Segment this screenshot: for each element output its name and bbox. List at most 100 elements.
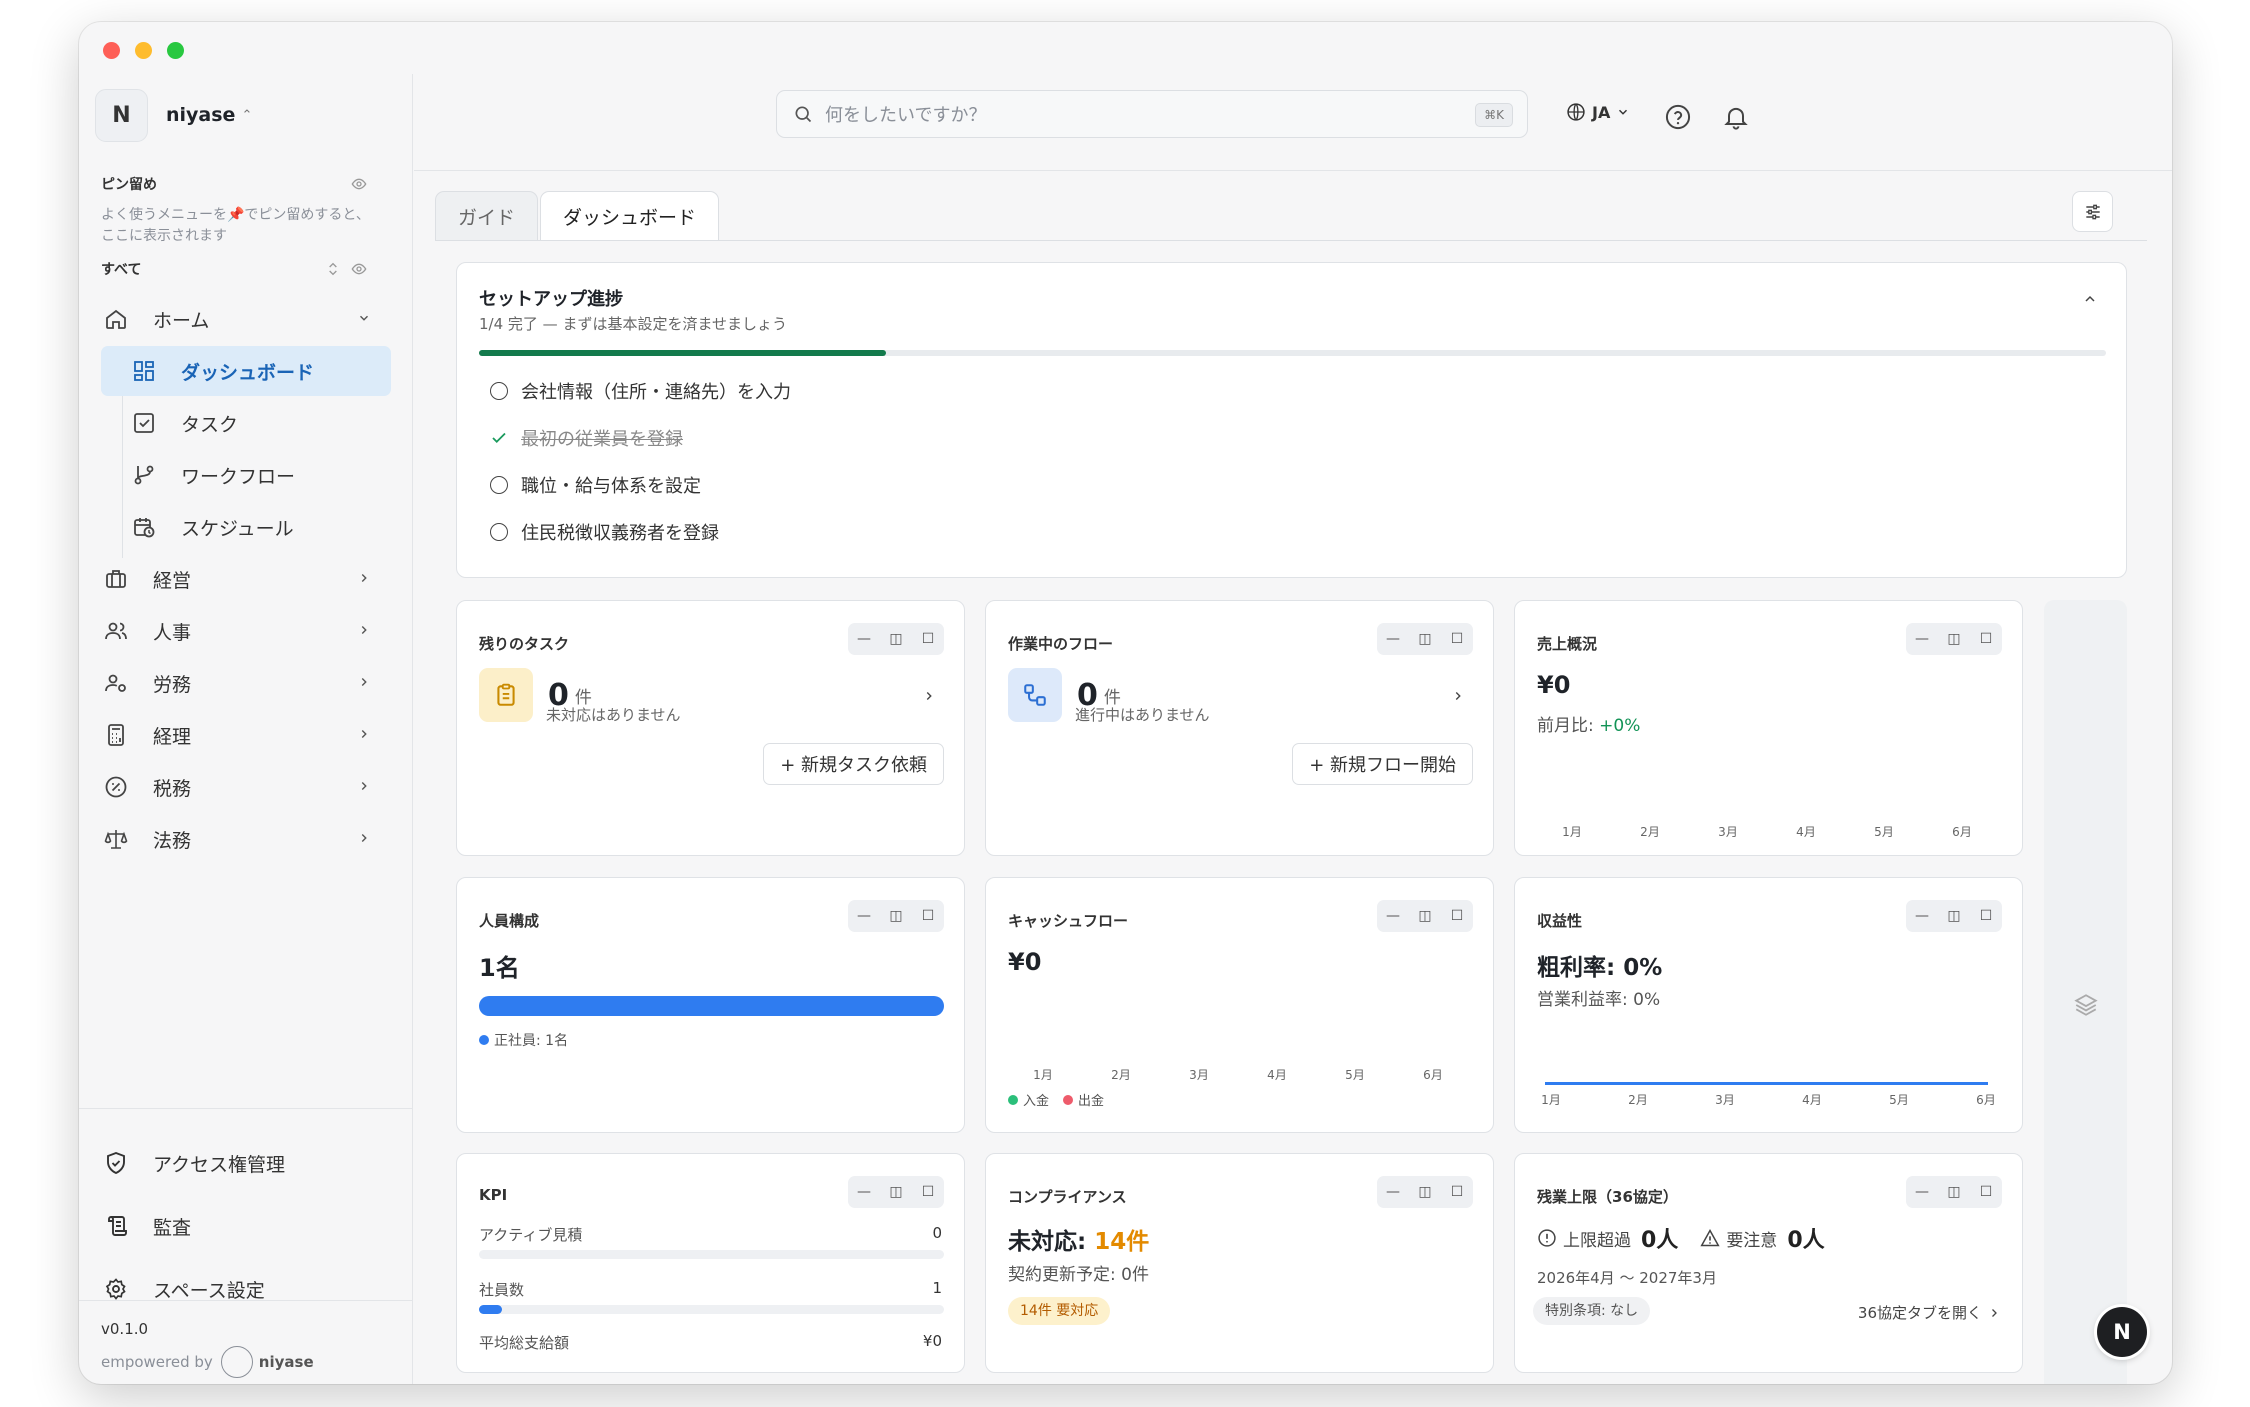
language-switcher[interactable]: JA <box>1566 102 1630 122</box>
minimize-icon[interactable]: — <box>853 1181 875 1203</box>
maximize-window-button[interactable] <box>167 42 184 59</box>
full-width-icon[interactable]: ☐ <box>1446 1181 1468 1203</box>
month-tick: 2月 <box>1111 1068 1131 1082</box>
chevron-right-icon <box>1992 1308 1997 1317</box>
full-width-icon[interactable]: ☐ <box>917 905 939 927</box>
month-tick: 3月 <box>1189 1068 1209 1082</box>
nav-accounting[interactable]: 経理 <box>101 710 391 760</box>
open-36-agreement-link[interactable]: 36協定タブを開く <box>1858 1302 2000 1323</box>
card-title: 残業上限（36協定） <box>1537 1188 1678 1206</box>
nav-tax-label: 税務 <box>153 777 192 800</box>
setup-item[interactable]: 会社情報（住所・連絡先）を入力 <box>489 378 791 404</box>
app-window: N niyase ⌃ ピン留め よく使うメニューを📌でピン留めすると、ここに表示… <box>79 22 2172 1384</box>
half-width-icon[interactable]: ◫ <box>1943 1181 1965 1203</box>
month-tick: 4月 <box>1267 1068 1287 1082</box>
half-width-icon[interactable]: ◫ <box>1943 628 1965 650</box>
flows-card: 作業中のフロー — ◫ ☐ 0 件 進行中はありません + 新規フロー開始 <box>985 600 1494 856</box>
nav-tasks[interactable]: タスク <box>101 398 391 448</box>
kpi-track <box>479 1305 944 1314</box>
home-icon <box>103 306 129 332</box>
sort-icon[interactable] <box>325 261 341 277</box>
new-flow-button[interactable]: + 新規フロー開始 <box>1292 743 1473 785</box>
special-clause-badge: 特別条項: なし <box>1533 1297 1651 1325</box>
minimize-icon[interactable]: — <box>1382 628 1404 650</box>
half-width-icon[interactable]: ◫ <box>1414 1181 1436 1203</box>
chevron-right-icon[interactable] <box>1451 689 1465 703</box>
minimize-icon[interactable]: — <box>1911 1181 1933 1203</box>
half-width-icon[interactable]: ◫ <box>885 628 907 650</box>
tab-dashboard[interactable]: ダッシュボード <box>540 191 720 241</box>
nav-labor[interactable]: 労務 <box>101 658 391 708</box>
half-width-icon[interactable]: ◫ <box>885 905 907 927</box>
nav-legal[interactable]: 法務 <box>101 814 391 864</box>
chevron-up-icon[interactable] <box>2082 291 2098 307</box>
setup-item[interactable]: 職位・給与体系を設定 <box>489 472 701 498</box>
scroll-icon <box>103 1213 129 1239</box>
half-width-icon[interactable]: ◫ <box>885 1181 907 1203</box>
nav-access-control[interactable]: アクセス権管理 <box>101 1138 391 1188</box>
full-width-icon[interactable]: ☐ <box>1975 905 1997 927</box>
setup-progress-bar <box>479 350 2106 356</box>
agreement-period: 2026年4月 〜 2027年3月 <box>1537 1269 1717 1287</box>
full-width-icon[interactable]: ☐ <box>1975 1181 1997 1203</box>
overtime-stats: 上限超過 0人 要注意 0人 <box>1537 1222 1825 1254</box>
nav-dashboard[interactable]: ダッシュボード <box>101 346 391 396</box>
full-width-icon[interactable]: ☐ <box>917 1181 939 1203</box>
chevron-right-icon <box>361 834 367 842</box>
nav-workflow-label: ワークフロー <box>181 465 296 488</box>
month-tick: 6月 <box>1423 1068 1443 1082</box>
close-window-button[interactable] <box>103 42 120 59</box>
full-width-icon[interactable]: ☐ <box>917 628 939 650</box>
command-search[interactable]: 何をしたいですか？ ⌘K <box>776 90 1528 138</box>
eye-icon[interactable] <box>351 261 367 277</box>
full-width-icon[interactable]: ☐ <box>1446 628 1468 650</box>
nav-tax[interactable]: 税務 <box>101 762 391 812</box>
widget-drop-zone[interactable] <box>2044 600 2127 1384</box>
new-task-button[interactable]: + 新規タスク依頼 <box>763 743 944 785</box>
nav-space-settings[interactable]: スペース設定 <box>101 1264 391 1314</box>
customize-dashboard-button[interactable] <box>2072 191 2113 232</box>
help-icon[interactable] <box>1664 103 1692 131</box>
nav-hr[interactable]: 人事 <box>101 606 391 656</box>
scale-icon <box>103 826 129 852</box>
card-title: 作業中のフロー <box>1008 635 1114 653</box>
assistant-fab[interactable]: N <box>2097 1307 2147 1357</box>
minimize-icon[interactable]: — <box>853 905 875 927</box>
half-width-icon[interactable]: ◫ <box>1414 628 1436 650</box>
full-width-icon[interactable]: ☐ <box>1446 905 1468 927</box>
chevron-right-icon[interactable] <box>922 689 936 703</box>
overtime-card: 残業上限（36協定） — ◫ ☐ 上限超過 0人 要注意 0人 2026年4月 〜 … <box>1514 1153 2023 1373</box>
setup-item[interactable]: 住民税徴収義務者を登録 <box>489 519 719 545</box>
minimize-icon[interactable]: — <box>1382 1181 1404 1203</box>
setup-item-label: 住民税徴収義務者を登録 <box>521 523 719 544</box>
nav-home[interactable]: ホーム <box>101 294 391 344</box>
tab-guide[interactable]: ガイド <box>435 191 539 241</box>
profit-line <box>1545 1082 1988 1085</box>
minimize-icon[interactable]: — <box>1911 628 1933 650</box>
nav-workflow[interactable]: ワークフロー <box>101 450 391 500</box>
half-width-icon[interactable]: ◫ <box>1414 905 1436 927</box>
gear-icon <box>103 1276 129 1302</box>
minimize-icon[interactable]: — <box>1911 905 1933 927</box>
caution-value: 0人 <box>1787 1228 1825 1253</box>
bell-icon[interactable] <box>1722 103 1750 131</box>
mom-label: 前月比: <box>1537 716 1594 736</box>
nav-audit-label: 監査 <box>153 1216 192 1239</box>
nav-audit[interactable]: 監査 <box>101 1201 391 1251</box>
full-width-icon[interactable]: ☐ <box>1975 628 1997 650</box>
eye-icon[interactable] <box>351 176 367 192</box>
kpi-value: ¥0 <box>922 1332 942 1350</box>
minimize-window-button[interactable] <box>135 42 152 59</box>
sales-card: 売上概況 — ◫ ☐ ¥0 前月比: +0% 1月 2月 3月 4月 5月 6月 <box>1514 600 2023 856</box>
main-content: ガイド ダッシュボード セットアップ進捗 1/4 完了 — まずは基本設定を済ま… <box>435 170 2147 1384</box>
minimize-icon[interactable]: — <box>853 628 875 650</box>
cashflow-legend: 入金 出金 <box>1008 1090 1104 1109</box>
dashboard-icon <box>131 358 157 384</box>
workspace-switcher[interactable]: N niyase ⌃ <box>95 88 252 142</box>
minimize-icon[interactable]: — <box>1382 905 1404 927</box>
half-width-icon[interactable]: ◫ <box>1943 905 1965 927</box>
nav-schedule[interactable]: スケジュール <box>101 502 391 552</box>
nav-management[interactable]: 経営 <box>101 554 391 604</box>
operating-margin: 営業利益率: 0% <box>1537 990 1661 1010</box>
setup-item-done[interactable]: 最初の従業員を登録 <box>489 425 683 451</box>
